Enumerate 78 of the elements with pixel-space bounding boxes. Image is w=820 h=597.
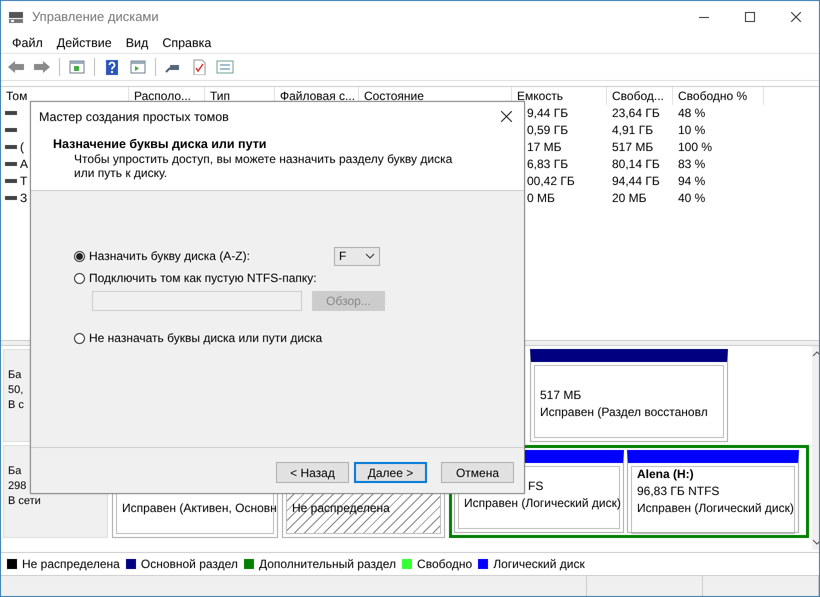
table-cell-text: 517 МБ	[611, 140, 654, 154]
disk-label: 298	[8, 480, 28, 492]
radio-button[interactable]	[74, 250, 85, 262]
legend-label: Логический диск	[493, 557, 585, 571]
table-cell-text: 0,59 ГБ	[526, 122, 570, 136]
table-cell-text: 9,44 ГБ	[526, 106, 570, 120]
table-cell-text: 4,91 ГБ	[611, 122, 654, 136]
scroll-down-icon[interactable]	[812, 538, 819, 546]
table-cell-text: 83 %	[677, 156, 706, 170]
table-cell-text: 17 МБ	[526, 140, 563, 154]
table-cell-text: 94,44 ГБ	[611, 174, 661, 188]
menu-item[interactable]: Файл	[5, 34, 50, 52]
table-cell-text: 48 %	[677, 106, 706, 120]
table-cell: (	[20, 140, 24, 154]
menu-item[interactable]: Действие	[50, 34, 119, 52]
panel-icon[interactable]	[68, 59, 86, 75]
legend-label: Дополнительный раздел	[258, 557, 396, 571]
legend-label: Свободно	[417, 557, 472, 571]
legend-label: Не распределена	[22, 557, 120, 571]
disk-label: Ба	[8, 369, 22, 381]
table-cell-text: 20 МБ	[611, 190, 648, 204]
help-icon[interactable]	[103, 59, 121, 75]
option-label: Не назначать буквы диска или пути диска	[89, 331, 322, 345]
scrollbar[interactable]	[812, 346, 819, 550]
table-cell-text: 00,42 ГБ	[526, 174, 576, 188]
column-header[interactable]: Свободно %	[673, 87, 764, 105]
dialog-button[interactable]: < Назад	[276, 462, 349, 483]
drive-icon	[5, 108, 17, 116]
back-arrow-icon[interactable]	[7, 59, 25, 75]
drive-icon	[5, 194, 17, 202]
partition-text: Исправен (Логический диск)	[464, 496, 619, 510]
column-header[interactable]: Свобод...	[607, 87, 673, 105]
option-label: Назначить букву диска (A-Z):	[89, 249, 250, 263]
drive-letter-dropdown[interactable]: F	[334, 246, 380, 266]
table-cell-text: 0 МБ	[526, 190, 556, 204]
page-heading: Назначение буквы диска или пути	[52, 136, 268, 151]
dialog-title: Мастер создания простых томов	[39, 110, 230, 124]
page-description: Чтобы упростить доступ, вы можете назначить разделу букву диска или путь к диску.	[73, 151, 454, 180]
dialog-button[interactable]: Отмена	[441, 462, 514, 483]
table-cell-text: 10 %	[677, 122, 706, 136]
table-cell: Т	[20, 174, 28, 188]
radio-button[interactable]	[74, 332, 85, 344]
list-icon[interactable]	[216, 59, 234, 75]
option-label: Подключить том как пустую NTFS-папку:	[89, 271, 317, 285]
disk-label: 50,	[8, 384, 24, 396]
forward-arrow-icon[interactable]	[33, 59, 51, 75]
partition[interactable]: 517 МБ Исправен (Раздел восстановл	[530, 349, 728, 442]
menu-item[interactable]: Справка	[155, 34, 218, 52]
partition[interactable]: Alena (H:) 96,83 ГБ NTFS Исправен (Логический диск)	[627, 450, 799, 533]
table-cell-text: 23,64 ГБ	[611, 106, 661, 120]
disk-label: Ба	[8, 465, 22, 477]
disk-label: В с	[8, 399, 25, 411]
drive-icon	[5, 126, 17, 134]
close-icon	[791, 12, 801, 22]
table-cell: З	[20, 190, 28, 204]
close-icon	[500, 111, 512, 122]
chevron-down-icon	[364, 252, 375, 260]
drive-icon	[5, 142, 17, 150]
panel-icon[interactable]	[129, 59, 147, 75]
dialog-button[interactable]: Далее >	[354, 462, 427, 483]
legend-label: Основной раздел	[140, 557, 238, 571]
table-cell-text: 80,14 ГБ	[611, 156, 661, 170]
partition-text: Исправен (Логический диск)	[637, 501, 794, 515]
scroll-up-icon[interactable]	[812, 350, 819, 358]
partition-text: Не распределена	[292, 501, 391, 515]
partition-title: Alena (H:)	[637, 467, 695, 481]
table-cell-text: 94 %	[677, 174, 706, 188]
partition-text: FS	[528, 479, 544, 493]
drive-icon	[5, 160, 17, 168]
table-cell-text: 100 %	[677, 140, 714, 154]
drive-icon	[5, 176, 17, 184]
table-cell: А	[20, 156, 28, 170]
menu-item[interactable]: Вид	[118, 34, 156, 52]
table-cell-text: 40 %	[677, 190, 706, 204]
maximize-icon	[745, 12, 755, 22]
table-cell-text: 6,83 ГБ	[526, 156, 570, 170]
disk-label: В сети	[8, 495, 42, 507]
window-title: Управление дисками	[32, 9, 160, 24]
